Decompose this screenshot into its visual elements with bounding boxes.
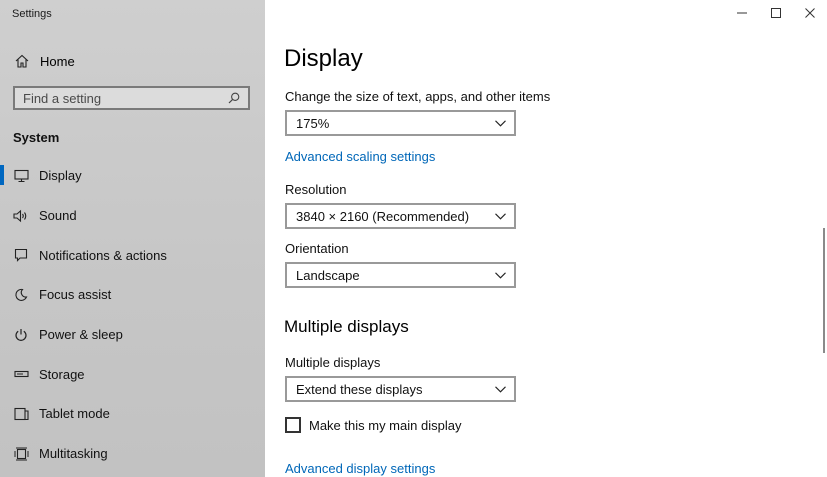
power-icon [12,328,30,342]
sidebar-item-label: Storage [39,366,85,382]
storage-icon [12,368,30,380]
sidebar-item-storage[interactable]: Storage [0,354,265,394]
sidebar-item-display[interactable]: Display [0,156,265,196]
scrollbar[interactable] [823,228,825,353]
multiple-displays-dropdown[interactable]: Extend these displays [285,376,516,402]
orientation-label: Orientation [285,241,349,256]
sidebar-item-label: Multitasking [39,446,108,462]
sidebar-item-label: Power & sleep [39,327,123,343]
scale-label: Change the size of text, apps, and other… [285,89,551,104]
minimize-icon [737,8,747,18]
resolution-value: 3840 × 2160 (Recommended) [296,208,470,224]
main-display-checkbox[interactable] [285,417,301,433]
speaker-icon [12,209,30,223]
sidebar-item-label: Tablet mode [39,406,110,422]
chevron-down-icon [495,385,506,393]
orientation-dropdown[interactable]: Landscape [285,262,516,288]
sidebar-item-label: Sound [39,208,77,224]
close-icon [805,8,815,18]
advanced-scaling-link[interactable]: Advanced scaling settings [285,149,435,164]
sidebar-section-title: System [13,130,60,145]
settings-window: Settings Home System Display [0,0,827,477]
moon-icon [12,288,30,302]
search-input[interactable] [15,89,224,107]
window-controls [725,0,827,26]
sidebar-nav: Display Sound Notifications & actions Fo… [0,156,265,474]
sidebar-item-label: Display [39,168,82,184]
sidebar-home[interactable]: Home [0,48,265,74]
main-display-checkbox-row[interactable]: Make this my main display [285,417,461,433]
chevron-down-icon [495,212,506,220]
sidebar-item-label: Notifications & actions [39,247,167,263]
chevron-down-icon [495,119,506,127]
main-content: Display Change the size of text, apps, a… [265,0,827,477]
multiple-displays-label: Multiple displays [285,355,381,370]
sidebar-item-tablet-mode[interactable]: Tablet mode [0,394,265,434]
home-icon [13,54,31,68]
sidebar: Settings Home System Display [0,0,265,477]
resolution-label: Resolution [285,182,347,197]
scale-value: 175% [296,115,330,131]
multiple-displays-heading: Multiple displays [284,317,409,336]
advanced-display-settings-link[interactable]: Advanced display settings [285,461,435,476]
app-title: Settings [12,8,52,20]
sidebar-item-focus-assist[interactable]: Focus assist [0,275,265,315]
search-icon[interactable] [224,92,244,104]
sidebar-item-multitasking[interactable]: Multitasking [0,434,265,474]
main-display-checkbox-label: Make this my main display [309,417,462,433]
close-button[interactable] [793,0,827,26]
sidebar-item-notifications[interactable]: Notifications & actions [0,235,265,275]
notification-icon [12,248,30,263]
sidebar-item-power-sleep[interactable]: Power & sleep [0,315,265,355]
tablet-icon [12,407,30,421]
search-box[interactable] [13,86,250,110]
sidebar-item-label: Focus assist [39,287,112,303]
orientation-value: Landscape [296,267,360,283]
multiple-displays-value: Extend these displays [296,381,423,397]
resolution-dropdown[interactable]: 3840 × 2160 (Recommended) [285,203,516,229]
monitor-icon [12,169,30,183]
sidebar-home-label: Home [40,53,75,69]
scale-dropdown[interactable]: 175% [285,110,516,136]
multitasking-icon [12,447,30,461]
sidebar-item-sound[interactable]: Sound [0,196,265,236]
maximize-icon [771,8,781,18]
chevron-down-icon [495,271,506,279]
maximize-button[interactable] [759,0,793,26]
page-title: Display [284,45,363,72]
minimize-button[interactable] [725,0,759,26]
